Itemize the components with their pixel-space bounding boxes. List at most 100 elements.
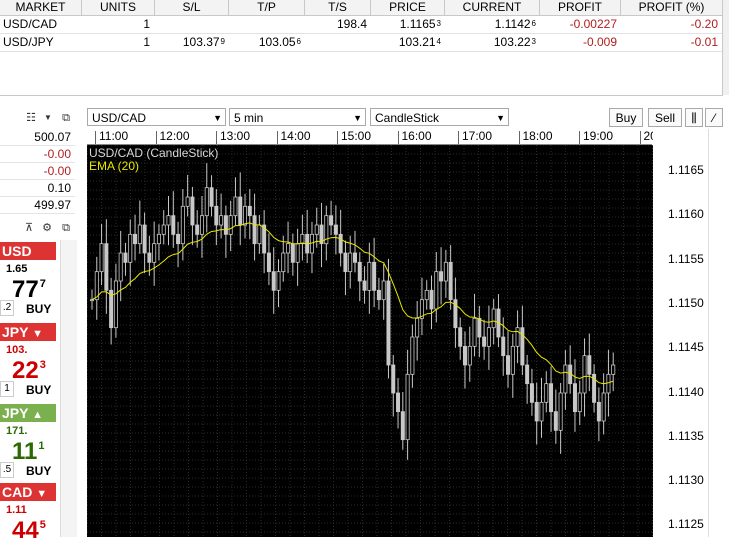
candle-tool-icon[interactable]: ⫼ <box>685 108 703 127</box>
tile-header: JPY ▼ <box>0 323 56 341</box>
price-tick-label: 1.1140 <box>668 384 704 399</box>
time-tick-mark <box>276 131 278 144</box>
candle-body <box>376 289 381 301</box>
col-profit-pct[interactable]: PROFIT (%) <box>621 0 723 15</box>
col-units[interactable]: UNITS <box>82 0 155 15</box>
candle-body <box>467 345 472 366</box>
table-row[interactable]: USD/JPY 1 103.379 103.056 103.214 103.22… <box>0 34 722 52</box>
rate-tile-usd[interactable]: USD 1.65 777 .2 BUY <box>0 242 56 322</box>
tile-bid: 1.11 <box>6 504 27 516</box>
candle-body <box>199 215 204 235</box>
candle-body <box>133 233 138 245</box>
candle-body <box>486 327 491 347</box>
chart-legend-ema: EMA (20) <box>89 159 140 173</box>
draw-line-icon[interactable]: ⁄ <box>705 108 723 127</box>
tile-spread: 1 <box>0 381 14 397</box>
candle-body <box>381 280 386 301</box>
account-toolbar: ☷ ▼ ⧉ <box>0 108 78 128</box>
time-tick-mark <box>458 131 459 144</box>
tile-header: JPY ▲ <box>0 404 56 422</box>
gear-icon[interactable]: ⚙ <box>40 221 54 235</box>
cell-current: 1.11426 <box>494 17 536 31</box>
chart-scrollbar[interactable] <box>708 129 729 537</box>
price-tick-label: 1.1130 <box>668 473 704 488</box>
buy-button[interactable]: BUY <box>26 383 51 397</box>
chevron-down-icon[interactable]: ▼ <box>41 111 55 125</box>
sell-button[interactable]: Sell <box>648 108 682 127</box>
rates-scrollbar[interactable] <box>60 240 77 537</box>
candle-body <box>462 345 467 366</box>
candle-body <box>166 215 171 226</box>
time-tick-label: 15:00 <box>341 129 372 143</box>
candle-body <box>415 317 420 338</box>
candle-body <box>501 336 506 357</box>
cell-profit-pct: -0.01 <box>690 35 718 49</box>
candle-body <box>195 224 200 235</box>
candle-body <box>396 392 401 413</box>
col-profit[interactable]: PROFIT <box>540 0 621 15</box>
candle-body <box>238 196 243 226</box>
price-tick-label: 1.1150 <box>668 295 704 310</box>
candle-body <box>147 252 152 263</box>
candle-body <box>362 280 367 291</box>
candle-body <box>596 401 601 422</box>
rate-tile-jpy-2[interactable]: JPY ▲ 171. 111 .5 BUY <box>0 404 56 484</box>
account-unrealized: -0.00 <box>0 163 75 180</box>
candle-body <box>185 196 190 207</box>
candle-body <box>544 383 549 403</box>
tile-spread: .2 <box>0 300 14 316</box>
time-tick-label: 12:00 <box>159 129 190 143</box>
chevron-down-icon: ▼ <box>496 113 505 123</box>
time-tick-label: 16:00 <box>401 129 432 143</box>
rates-toolbar: ⊼ ⚙ ⧉ <box>0 218 78 238</box>
candle-body <box>247 205 252 217</box>
time-tick-label: 19:00 <box>583 129 614 143</box>
interval-select[interactable]: 5 min ▼ <box>229 108 366 126</box>
candle-body <box>539 401 544 422</box>
list-icon[interactable]: ☷ <box>24 111 38 125</box>
buy-button[interactable]: BUY <box>26 464 51 478</box>
rate-tile-jpy[interactable]: JPY ▼ 103. 223 1 BUY <box>0 323 56 403</box>
symbol-select[interactable]: USD/CAD ▼ <box>87 108 226 126</box>
col-ts[interactable]: T/S <box>305 0 371 15</box>
candle-body <box>525 364 530 385</box>
chart-style-select[interactable]: CandleStick ▼ <box>370 108 509 126</box>
window-restore-icon[interactable]: ⧉ <box>59 221 73 235</box>
rate-tile-cad[interactable]: CAD ▼ 1.11 445 <box>0 483 56 544</box>
candle-body <box>367 261 372 291</box>
candle-body <box>529 383 534 403</box>
cell-tp: 103.056 <box>258 35 301 49</box>
candle-body <box>482 336 487 347</box>
candle-body <box>439 271 444 282</box>
candle-body <box>424 289 429 301</box>
candle-body <box>109 289 114 329</box>
col-price[interactable]: PRICE <box>371 0 445 15</box>
buy-button[interactable]: BUY <box>26 302 51 316</box>
col-current[interactable]: CURRENT <box>445 0 540 15</box>
price-chart[interactable] <box>86 144 668 542</box>
filter-icon[interactable]: ⊼ <box>22 221 36 235</box>
candle-body <box>429 289 434 310</box>
candle-body <box>233 196 238 217</box>
buy-button[interactable]: Buy <box>609 108 643 127</box>
cell-market: USD/JPY <box>3 35 54 49</box>
candle-body <box>300 233 305 245</box>
candle-body <box>357 261 362 282</box>
candle-body <box>577 392 582 413</box>
time-tick-label: 18:00 <box>522 129 553 143</box>
time-tick-mark <box>95 131 96 144</box>
tile-bid: 1.65 <box>6 263 28 275</box>
tile-spread: .5 <box>0 462 14 478</box>
candle-body <box>243 205 248 226</box>
col-tp[interactable]: T/P <box>229 0 305 15</box>
cell-price: 1.11653 <box>399 17 441 31</box>
window-restore-icon[interactable]: ⧉ <box>59 111 73 125</box>
table-row[interactable]: USD/CAD 1 198.4 1.11653 1.11426 -0.00227… <box>0 16 722 34</box>
col-sl[interactable]: S/L <box>155 0 229 15</box>
candle-body <box>257 224 262 245</box>
col-market[interactable]: MARKET <box>0 0 82 15</box>
cell-profit: -0.00227 <box>569 17 617 31</box>
positions-scrollbar[interactable] <box>723 0 729 95</box>
time-tick-label: 13:00 <box>220 129 251 143</box>
candle-body <box>391 364 396 394</box>
